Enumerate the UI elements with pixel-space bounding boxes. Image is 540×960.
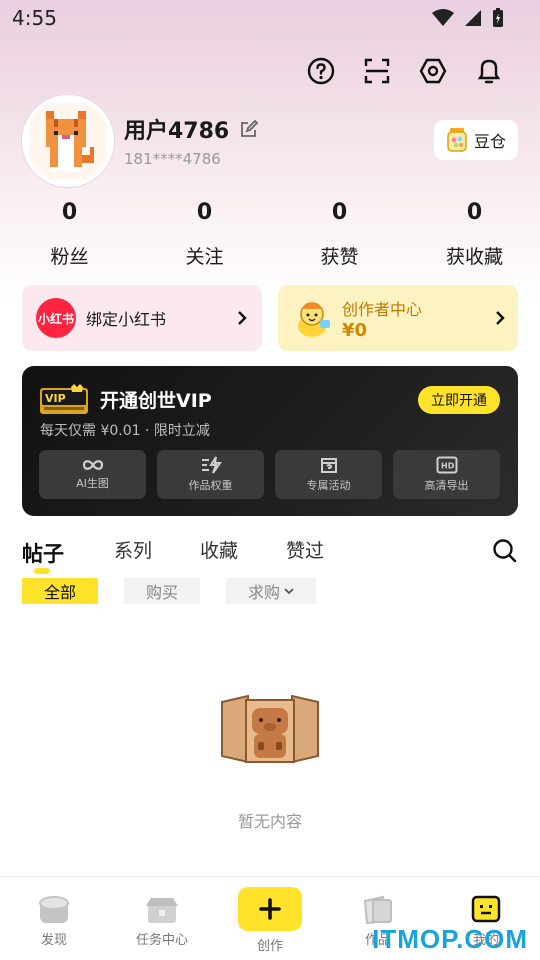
- content-tabs: 帖子 系列 收藏 赞过: [22, 530, 522, 574]
- stat-label: 获赞: [320, 246, 359, 268]
- chevron-down-icon: [284, 588, 294, 595]
- doucang-button[interactable]: 豆仓: [433, 120, 518, 160]
- tab-active-indicator: [34, 568, 50, 574]
- settings-icon[interactable]: [418, 56, 448, 86]
- doucang-label: 豆仓: [473, 132, 506, 151]
- chevron-right-icon: [496, 311, 505, 325]
- tab-label: 帖子: [22, 542, 64, 566]
- scan-icon[interactable]: [362, 56, 392, 86]
- discover-icon: [39, 896, 69, 923]
- creator-mascot-icon: [298, 302, 330, 337]
- create-button[interactable]: [238, 887, 302, 931]
- filter-purchased[interactable]: 购买: [124, 578, 201, 604]
- profile-stats: 0 粉丝 0 关注 0 获赞 0 获收藏: [0, 200, 540, 269]
- signal-icon: [465, 10, 481, 26]
- me-icon: [471, 895, 501, 923]
- chevron-right-icon: [238, 311, 247, 325]
- creator-center-card[interactable]: 创作者中心 ¥0: [278, 285, 518, 351]
- phone-number: 181****4786: [124, 150, 221, 168]
- vip-features: AI生图 作品权重 专属活动 HD 高清导出: [39, 450, 500, 499]
- stat-likes[interactable]: 0 获赞: [274, 200, 405, 269]
- vip-feature-ai-image[interactable]: AI生图: [39, 450, 146, 499]
- nav-label: 发现: [40, 933, 67, 948]
- stat-count: 0: [61, 200, 78, 225]
- post-filters: 全部 购买 求购: [22, 578, 317, 604]
- vip-feature-weight[interactable]: 作品权重: [157, 450, 264, 499]
- boost-icon: [201, 456, 222, 474]
- filter-label: 求购: [248, 583, 281, 602]
- task-center-icon: [146, 898, 178, 923]
- empty-box-illustration: [221, 694, 319, 764]
- pixel-cat-avatar: [30, 103, 106, 179]
- vip-feature-label: 高清导出: [424, 479, 469, 492]
- bind-xiaohongshu-card[interactable]: 小红书 绑定小红书: [22, 285, 262, 351]
- stat-count: 0: [466, 200, 483, 225]
- vip-badge-icon: VIP: [40, 384, 88, 414]
- vip-feature-label: AI生图: [76, 477, 109, 490]
- stat-count: 0: [196, 200, 213, 225]
- stat-label: 获收藏: [445, 246, 503, 268]
- stat-label: 关注: [185, 246, 224, 268]
- stat-following[interactable]: 0 关注: [139, 200, 270, 269]
- status-time: 4:55: [12, 6, 57, 30]
- nav-task-center[interactable]: 任务中心: [108, 877, 216, 960]
- tab-series[interactable]: 系列: [114, 536, 152, 563]
- nav-create[interactable]: 创作: [216, 877, 324, 960]
- stat-followers[interactable]: 0 粉丝: [4, 200, 135, 269]
- svg-text:HD: HD: [441, 462, 455, 471]
- nav-label: 创作: [256, 939, 283, 954]
- battery-icon: [493, 8, 503, 27]
- edit-icon[interactable]: [239, 119, 259, 139]
- username: 用户4786: [124, 119, 230, 144]
- empty-state-text: 暂无内容: [237, 812, 302, 831]
- creator-center-text: 创作者中心 ¥0: [342, 296, 486, 341]
- hd-icon: HD: [436, 456, 457, 474]
- nav-discover[interactable]: 发现: [0, 877, 108, 960]
- infinity-icon: [82, 460, 103, 470]
- filter-wanted[interactable]: 求购: [226, 578, 317, 604]
- stat-collected[interactable]: 0 获收藏: [409, 200, 540, 269]
- vip-feature-label: 作品权重: [188, 479, 233, 492]
- username-row: 用户4786: [124, 113, 259, 145]
- tab-collections[interactable]: 收藏: [200, 536, 238, 563]
- bell-icon[interactable]: [474, 56, 504, 86]
- vip-feature-events[interactable]: 专属活动: [275, 450, 382, 499]
- tab-posts[interactable]: 帖子: [22, 538, 64, 574]
- avatar[interactable]: [22, 95, 114, 187]
- xiaohongshu-logo: 小红书: [36, 298, 76, 338]
- creator-center-label: 创作者中心: [342, 299, 423, 319]
- vip-open-button[interactable]: 立即开通: [418, 386, 500, 414]
- search-icon[interactable]: [492, 538, 518, 564]
- help-icon[interactable]: [306, 56, 336, 86]
- vip-banner[interactable]: VIP 开通创世VIP 每天仅需 ¥0.01 · 限时立减 立即开通 AI生图 …: [22, 366, 518, 516]
- top-actions: [306, 56, 504, 86]
- vip-badge-text: VIP: [45, 392, 66, 405]
- tab-liked[interactable]: 赞过: [286, 536, 324, 563]
- gift-icon: [320, 458, 337, 473]
- vip-feature-label: 专属活动: [306, 479, 351, 492]
- watermark: ITMOP.COM: [372, 924, 528, 954]
- filter-all[interactable]: 全部: [22, 578, 99, 604]
- wifi-icon: [432, 9, 454, 26]
- vip-feature-hd-export[interactable]: HD 高清导出: [393, 450, 500, 499]
- creator-earnings: ¥0: [342, 319, 368, 341]
- status-icons: [432, 8, 504, 28]
- vip-title: 开通创世VIP: [100, 390, 212, 412]
- works-icon: [363, 895, 392, 925]
- jar-icon: [447, 128, 467, 152]
- stat-label: 粉丝: [50, 246, 89, 268]
- nav-label: 任务中心: [135, 933, 188, 948]
- stat-count: 0: [331, 200, 348, 225]
- vip-subtitle: 每天仅需 ¥0.01 · 限时立减: [40, 423, 210, 439]
- bind-xiaohongshu-label: 绑定小红书: [86, 310, 167, 329]
- plus-icon: [259, 898, 281, 920]
